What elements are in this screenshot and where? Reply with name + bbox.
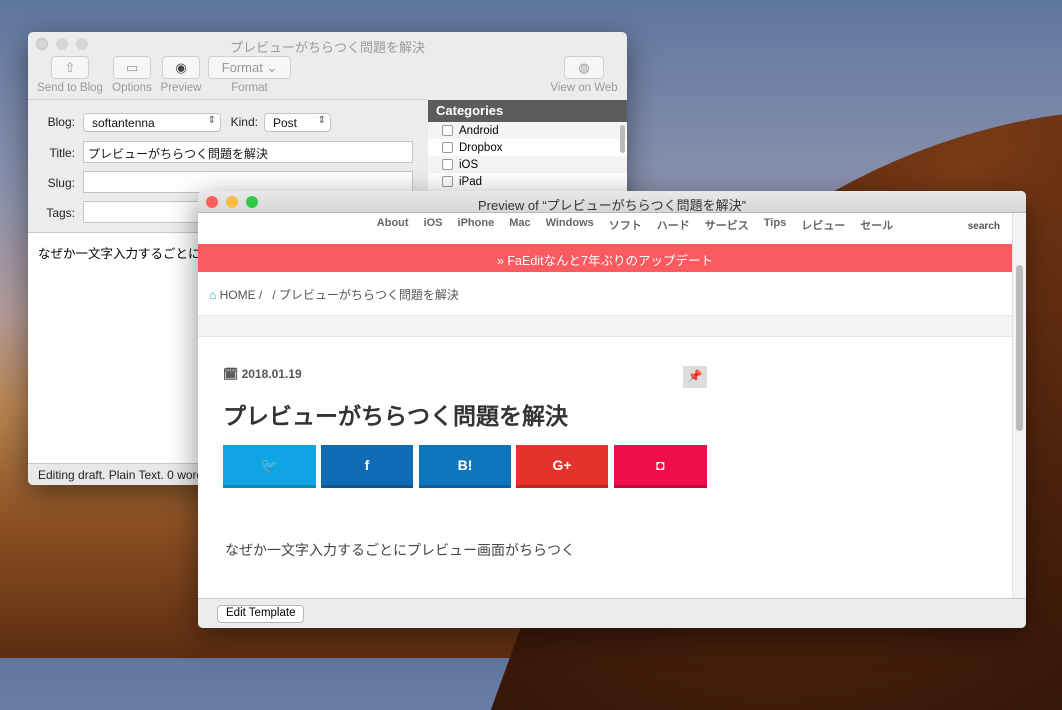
upload-icon: ⇧ <box>51 56 89 79</box>
share-hatena-button[interactable]: B! <box>419 445 511 488</box>
nav-link[interactable]: iPhone <box>458 217 495 243</box>
kind-label: Kind: <box>230 115 258 129</box>
site-nav: About iOS iPhone Mac Windows ソフト ハード サービ… <box>198 213 1012 243</box>
preview-button[interactable]: ◉ Preview <box>159 56 203 94</box>
format-popup[interactable]: Format ⌄ Format <box>208 56 291 94</box>
nav-link[interactable]: iOS <box>424 217 443 243</box>
category-item[interactable]: Dropbox <box>428 139 627 156</box>
preview-window: Preview of “プレビューがちらつく問題を解決” About iOS i… <box>198 191 1026 628</box>
label: Format <box>231 82 268 94</box>
nav-link[interactable]: サービス <box>705 217 749 243</box>
blog-select[interactable]: softantenna ⇕ <box>83 113 221 132</box>
preview-bottom-bar: Edit Template <box>198 598 1026 628</box>
blog-label: Blog: <box>47 115 75 129</box>
send-to-blog-button[interactable]: ⇧ Send to Blog <box>36 56 104 94</box>
window-title: プレビューがちらつく問題を解決 <box>229 40 425 55</box>
category-item[interactable]: iOS <box>428 156 627 173</box>
window-title: Preview of “プレビューがちらつく問題を解決” <box>478 198 746 213</box>
category-label: Dropbox <box>459 141 503 154</box>
view-on-web-button[interactable]: ◍ View on Web <box>548 56 620 94</box>
eye-icon: ◉ <box>162 56 200 79</box>
share-pocket-button[interactable]: ◘ <box>614 445 707 488</box>
nav-link[interactable]: Tips <box>764 217 786 243</box>
label: Send to Blog <box>37 82 103 94</box>
pin-icon[interactable]: 📌 <box>683 366 707 388</box>
preview-scrollbar[interactable] <box>1012 213 1026 598</box>
scroll-thumb[interactable] <box>1016 265 1023 431</box>
post-date: 🗓 2018.01.19 <box>223 367 302 381</box>
announcement-banner[interactable]: » FaEditなんと7年ぶりのアップデート <box>198 244 1012 272</box>
home-icon: ⌂ <box>209 288 220 302</box>
category-item[interactable]: Android <box>428 122 627 139</box>
checkbox[interactable] <box>442 125 453 136</box>
slug-label: Slug: <box>47 176 75 190</box>
nav-link[interactable]: ソフト <box>609 217 642 243</box>
checkbox[interactable] <box>442 142 453 153</box>
label: Preview <box>160 82 202 94</box>
category-label: iPad <box>459 175 483 188</box>
kind-select[interactable]: Post ⇕ <box>264 113 331 132</box>
label: Options <box>112 82 152 94</box>
nav-link[interactable]: Windows <box>546 217 594 243</box>
post-heading: プレビューがちらつく問題を解決 <box>223 403 568 429</box>
post-body: なぜか一文字入力するごとにプレビュー画面がちらつく <box>225 542 575 558</box>
category-label: iOS <box>459 158 479 171</box>
nav-link[interactable]: ハード <box>657 217 690 243</box>
slug-input[interactable] <box>83 171 413 193</box>
nav-link[interactable]: About <box>377 217 409 243</box>
calendar-icon: 🗓 <box>223 367 242 381</box>
window-icon: ▭ <box>113 56 151 79</box>
kind-value: Post <box>273 116 298 130</box>
compass-icon: ◍ <box>564 56 604 79</box>
share-facebook-button[interactable]: f <box>321 445 413 488</box>
tags-label: Tags: <box>46 206 75 220</box>
breadcrumb-home[interactable]: HOME <box>220 288 256 302</box>
preview-titlebar: Preview of “プレビューがちらつく問題を解決” <box>198 191 1026 213</box>
breadcrumb-current: / / プレビューがちらつく問題を解決 <box>255 288 459 302</box>
breadcrumb: ⌂ HOME / / プレビューがちらつく問題を解決 <box>209 286 459 303</box>
blog-value: softantenna <box>92 116 155 130</box>
title-input[interactable]: プレビューがちらつく問題を解決 <box>83 141 413 163</box>
nav-link[interactable]: セール <box>860 217 893 243</box>
label: View on Web <box>550 82 618 94</box>
date-text: 2018.01.19 <box>241 367 302 381</box>
divider-band <box>198 315 1012 337</box>
checkbox[interactable] <box>442 159 453 170</box>
share-twitter-button[interactable]: 🐦 <box>223 445 316 488</box>
share-google-plus-button[interactable]: G+ <box>516 445 608 488</box>
nav-link[interactable]: Mac <box>509 217 530 243</box>
edit-template-button[interactable]: Edit Template <box>217 605 305 623</box>
format-value: Format <box>221 60 263 75</box>
category-label: Android <box>459 124 499 137</box>
checkbox[interactable] <box>442 176 453 187</box>
categories-header: Categories <box>428 100 627 122</box>
category-item[interactable]: iPad <box>428 173 627 190</box>
nav-link[interactable]: レビュー <box>801 217 845 243</box>
search-button[interactable]: search <box>968 221 1000 232</box>
categories-scrollbar[interactable] <box>620 125 625 153</box>
title-label: Title: <box>49 146 75 160</box>
options-button[interactable]: ▭ Options <box>110 56 154 94</box>
